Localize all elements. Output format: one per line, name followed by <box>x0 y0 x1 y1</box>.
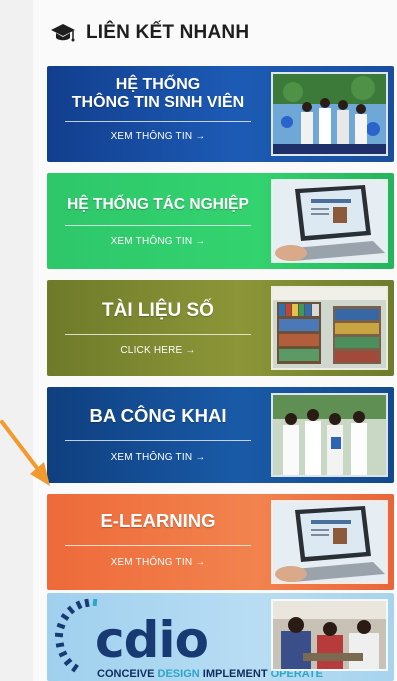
students-lab-photo <box>271 599 388 671</box>
banner-text: HỆ THỐNG TÁC NGHIỆP XEM THÔNG TIN → <box>47 173 269 269</box>
e-learning-banner[interactable]: E-LEARNING XEM THÔNG TIN → <box>47 494 394 590</box>
students-uniform-photo <box>271 393 388 477</box>
section-heading: LIÊN KẾT NHANH <box>50 16 249 50</box>
view-info-link[interactable]: XEM THÔNG TIN → <box>111 236 206 247</box>
click-here-link[interactable]: CLICK HERE → <box>120 345 195 356</box>
divider <box>65 334 251 336</box>
banner-title: E-LEARNING <box>100 510 216 531</box>
banner-title: HỆ THỐNG TÁC NGHIỆP <box>67 196 249 213</box>
banner-title-line2: THÔNG TIN SINH VIÊN <box>71 93 245 111</box>
section-title: LIÊN KẾT NHANH <box>86 22 250 43</box>
laptop-photo <box>271 179 388 263</box>
banner-text: TÀI LIỆU SỐ CLICK HERE → <box>47 280 269 376</box>
laptop-photo <box>271 500 388 584</box>
tagline-implement: IMPLEMENT <box>202 668 268 680</box>
graduation-cap-icon <box>51 24 75 42</box>
digital-library-banner[interactable]: TÀI LIỆU SỐ CLICK HERE → <box>47 280 394 376</box>
divider <box>65 225 251 227</box>
library-shelves-photo <box>271 286 388 370</box>
view-info-link[interactable]: XEM THÔNG TIN → <box>111 452 206 463</box>
divider <box>65 439 251 441</box>
cdio-banner[interactable]: cdio CONCEIVE DESIGN IMPLEMENT OPERATE <box>47 593 394 681</box>
annotation-arrow-icon <box>0 420 50 486</box>
divider <box>65 544 251 546</box>
banner-text: E-LEARNING XEM THÔNG TIN → <box>47 494 269 590</box>
banner-title-line1: HỆ THỐNG <box>115 76 201 93</box>
student-info-system-banner[interactable]: HỆ THỐNG THÔNG TIN SINH VIÊN XEM THÔNG T… <box>47 66 394 162</box>
three-publicity-banner[interactable]: BA CÔNG KHAI XEM THÔNG TIN → <box>47 387 394 483</box>
students-graduation-photo <box>271 72 388 156</box>
banner-text: HỆ THỐNG THÔNG TIN SINH VIÊN XEM THÔNG T… <box>47 66 269 162</box>
banner-title: HỆ THỐNG THÔNG TIN SINH VIÊN <box>72 76 244 112</box>
banner-title: TÀI LIỆU SỐ <box>102 300 214 321</box>
view-info-link[interactable]: XEM THÔNG TIN → <box>111 557 206 568</box>
cdio-logo: cdio <box>95 611 209 669</box>
divider <box>65 120 251 122</box>
banner-text: BA CÔNG KHAI XEM THÔNG TIN → <box>47 387 269 483</box>
tagline-conceive: CONCEIVE <box>97 668 155 680</box>
view-info-link[interactable]: XEM THÔNG TIN → <box>111 131 206 142</box>
tagline-design: DESIGN <box>157 668 200 680</box>
operations-system-banner[interactable]: HỆ THỐNG TÁC NGHIỆP XEM THÔNG TIN → <box>47 173 394 269</box>
banner-title: BA CÔNG KHAI <box>89 405 227 426</box>
